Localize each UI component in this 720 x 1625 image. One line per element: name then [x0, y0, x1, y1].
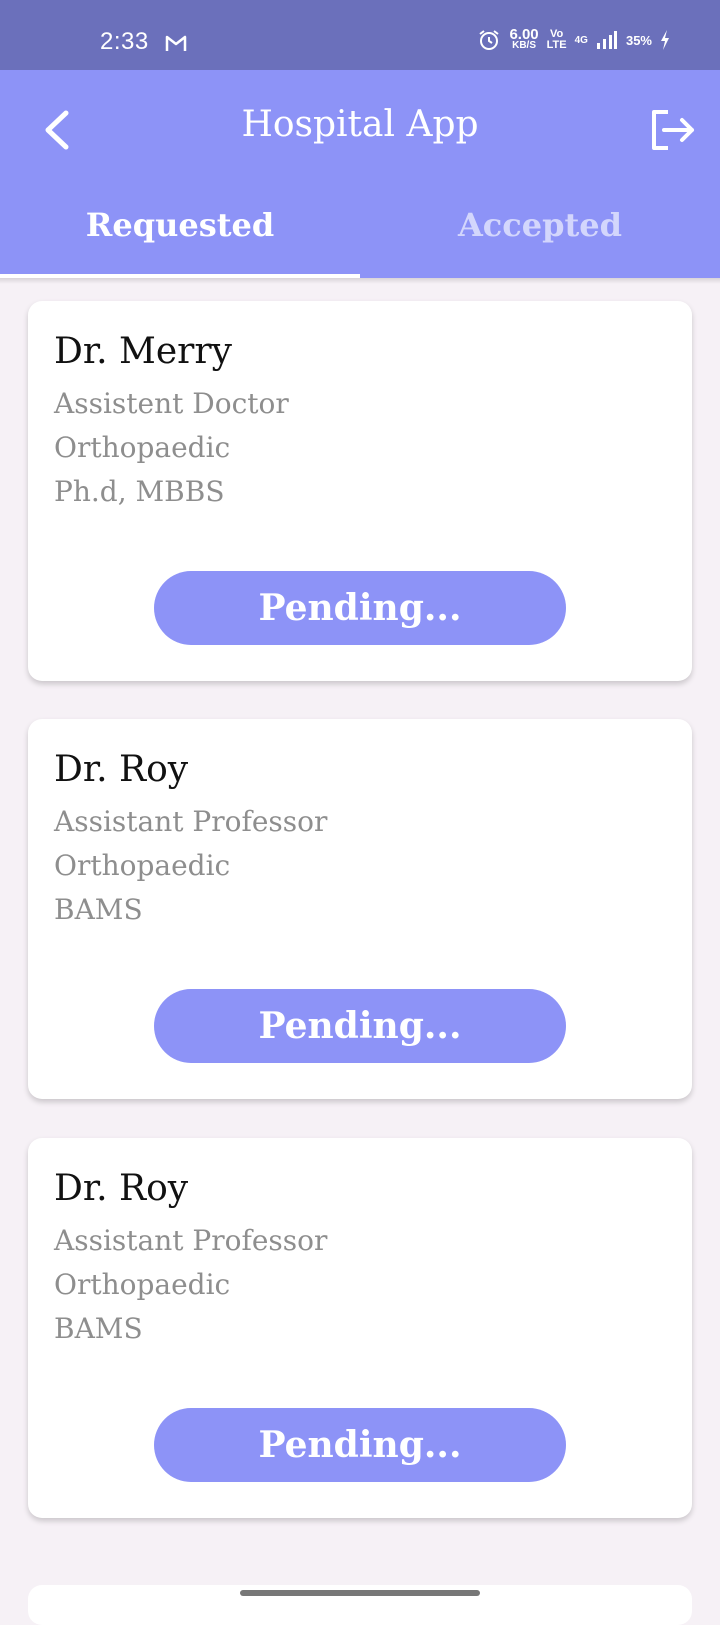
doctor-designation: Assistant Professor — [54, 1224, 328, 1257]
doctor-name: Dr. Roy — [54, 1168, 189, 1209]
doctor-card: Dr. Roy Assistant Professor Orthopaedic … — [28, 719, 692, 1099]
doctor-name: Dr. Merry — [54, 331, 232, 372]
status-time: 2:33 — [100, 28, 149, 55]
doctor-qualification: BAMS — [54, 893, 143, 926]
charging-icon — [661, 30, 669, 50]
net-speed: 6.00 KB/S — [509, 26, 539, 51]
doctor-qualification: Ph.d, MBBS — [54, 475, 225, 508]
doctor-qualification: BAMS — [54, 1312, 143, 1345]
tab-accepted[interactable]: Accepted — [360, 200, 720, 278]
doctor-department: Orthopaedic — [54, 431, 231, 464]
doctor-designation: Assistent Doctor — [54, 387, 289, 420]
alarm-icon — [479, 30, 500, 50]
doctor-department: Orthopaedic — [54, 849, 231, 882]
status-bar: 2:33 6.00 KB/S Vo LTE 4G 35% — [0, 0, 720, 70]
net-speed-unit: KB/S — [512, 40, 536, 51]
doctor-department: Orthopaedic — [54, 1268, 231, 1301]
doctor-name: Dr. Roy — [54, 749, 189, 790]
pending-button[interactable]: Pending... — [154, 571, 566, 645]
tab-requested[interactable]: Requested — [0, 200, 360, 278]
volte-bottom: LTE — [546, 39, 567, 51]
signal-icon — [596, 31, 617, 49]
net-speed-value: 6.00 — [509, 26, 539, 43]
doctor-card: Dr. Roy Assistant Professor Orthopaedic … — [28, 1138, 692, 1518]
gmail-icon — [165, 34, 187, 56]
network-type: 4G — [574, 34, 588, 46]
doctor-designation: Assistant Professor — [54, 805, 328, 838]
app-title: Hospital App — [241, 104, 479, 145]
status-icons: 6.00 KB/S Vo LTE 4G 35% — [477, 26, 670, 52]
battery-level: 35% — [625, 32, 652, 48]
tab-requested-label: Requested — [85, 206, 275, 244]
home-indicator[interactable] — [240, 1590, 480, 1596]
tab-accepted-label: Accepted — [457, 206, 623, 244]
pending-button[interactable]: Pending... — [154, 1408, 566, 1482]
app-bar: Hospital App Requested Accepted — [0, 70, 720, 278]
volte-indicator: Vo LTE — [547, 29, 567, 51]
app-bar-shadow — [0, 278, 720, 284]
doctor-card: Dr. Merry Assistent Doctor Orthopaedic P… — [28, 301, 692, 681]
logout-icon[interactable] — [648, 106, 696, 154]
pending-button[interactable]: Pending... — [154, 989, 566, 1063]
